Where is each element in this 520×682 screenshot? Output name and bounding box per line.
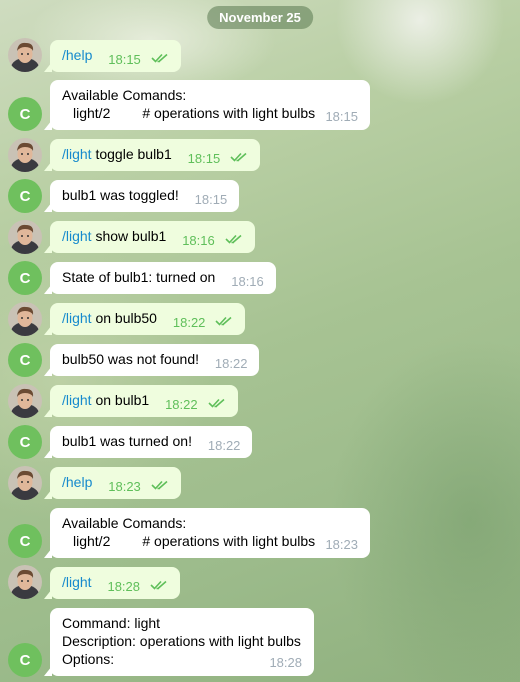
double-check-icon <box>215 316 232 326</box>
user-avatar-photo <box>8 466 42 500</box>
user-avatar[interactable] <box>8 565 42 599</box>
double-check-icon <box>151 53 168 63</box>
message-time: 18:15 <box>187 151 221 166</box>
bot-avatar[interactable]: C <box>8 343 42 377</box>
message-line: Available Comands: <box>62 87 187 103</box>
message-time: 18:22 <box>207 438 241 453</box>
outgoing-message[interactable]: /light on bulb1 18:22 <box>44 385 238 417</box>
user-avatar[interactable] <box>8 384 42 418</box>
incoming-message[interactable]: bulb50 was not found! 18:22 <box>43 344 260 376</box>
user-avatar[interactable] <box>8 38 42 72</box>
incoming-message[interactable]: Command: light Description: operations w… <box>44 608 314 676</box>
message-text: show bulb1 <box>91 228 167 244</box>
double-check-icon <box>151 480 168 490</box>
outgoing-message[interactable]: /light 18:28 <box>44 567 180 599</box>
command-link[interactable]: /light <box>62 310 92 326</box>
message-time: 18:15 <box>108 52 141 67</box>
message-text: on bulb50 <box>91 310 157 326</box>
outgoing-message[interactable]: /light toggle bulb1 18:15 <box>43 139 261 171</box>
bot-avatar[interactable]: C <box>8 643 42 677</box>
user-avatar-photo <box>8 138 42 172</box>
bot-avatar[interactable]: C <box>8 179 42 213</box>
message-time: 18:22 <box>214 356 248 371</box>
message-line: Description: operations with light bulbs <box>62 633 301 649</box>
message-line: Available Comands: <box>62 515 187 531</box>
double-check-icon <box>225 234 242 244</box>
message-line: Command: light <box>62 615 161 631</box>
message-time: 18:22 <box>165 397 198 412</box>
bot-avatar[interactable]: C <box>8 97 42 131</box>
incoming-message[interactable]: State of bulb1: turned on 18:16 <box>44 262 276 294</box>
message-line: # operations with light bulbs <box>142 105 316 121</box>
command-link[interactable]: /help <box>62 47 92 63</box>
message-time: 18:16 <box>182 233 215 248</box>
message-line: light/2 <box>73 533 111 549</box>
message-time: 18:22 <box>172 315 206 330</box>
message-line: Options: <box>62 651 115 667</box>
incoming-message[interactable]: bulb1 was toggled! 18:15 <box>43 180 240 212</box>
message-line: # operations with light bulbs <box>142 533 316 549</box>
double-check-icon <box>230 152 247 162</box>
incoming-message[interactable]: Available Comands: light/2 # operations w… <box>44 80 370 130</box>
user-avatar-photo <box>8 220 42 254</box>
user-avatar[interactable] <box>8 302 42 336</box>
user-avatar-photo <box>8 384 42 418</box>
message-time: 18:16 <box>231 274 264 289</box>
bot-avatar[interactable]: C <box>8 261 42 295</box>
user-avatar-photo <box>8 302 42 336</box>
message-time: 18:28 <box>269 655 302 670</box>
user-avatar-photo <box>8 38 42 72</box>
message-text: on bulb1 <box>91 392 150 408</box>
user-avatar[interactable] <box>8 220 42 254</box>
user-avatar[interactable] <box>8 466 42 500</box>
command-link[interactable]: /light <box>62 228 92 244</box>
message-text: bulb50 was not found! <box>62 351 199 367</box>
incoming-message[interactable]: Available Comands: light/2 # operations w… <box>44 508 370 558</box>
outgoing-message[interactable]: /light on bulb50 18:22 <box>43 303 246 335</box>
command-link[interactable]: /light <box>62 574 92 590</box>
date-separator: November 25 <box>207 6 313 29</box>
user-avatar[interactable] <box>8 138 42 172</box>
bot-avatar[interactable]: C <box>8 524 42 558</box>
outgoing-message[interactable]: /help 18:23 <box>44 467 181 499</box>
message-time: 18:23 <box>325 537 358 552</box>
incoming-message[interactable]: bulb1 was turned on! 18:22 <box>43 426 253 458</box>
message-time: 18:15 <box>194 192 228 207</box>
bot-avatar[interactable]: C <box>8 425 42 459</box>
message-text: bulb1 was turned on! <box>62 433 192 449</box>
double-check-icon <box>150 580 167 590</box>
double-check-icon <box>207 398 225 408</box>
message-text: toggle bulb1 <box>91 146 172 162</box>
message-time: 18:28 <box>107 579 141 594</box>
command-link[interactable]: /help <box>62 474 92 490</box>
user-avatar-photo <box>8 565 42 599</box>
message-time: 18:23 <box>108 479 141 494</box>
outgoing-message[interactable]: /light show bulb1 18:16 <box>44 221 255 253</box>
message-text: State of bulb1: turned on <box>62 269 216 285</box>
message-text: bulb1 was toggled! <box>62 187 179 203</box>
message-line: light/2 <box>73 105 111 121</box>
outgoing-message[interactable]: /help 18:15 <box>44 40 181 72</box>
message-time: 18:15 <box>325 109 358 124</box>
command-link[interactable]: /light <box>62 146 92 162</box>
command-link[interactable]: /light <box>62 392 92 408</box>
